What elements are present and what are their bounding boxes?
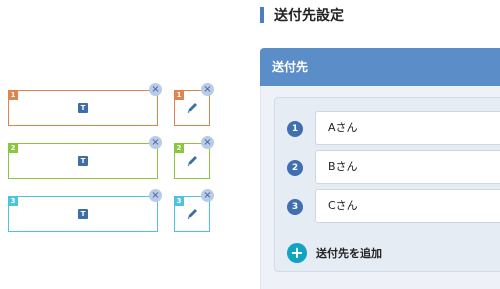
card-body: 1 Aさん 2 Bさん 3 Cさん + 送付先を追加 [260, 86, 500, 289]
title-accent-bar [260, 7, 264, 23]
add-recipient-button[interactable]: + 送付先を追加 [287, 243, 382, 263]
text-field-box-3[interactable]: 3 T × [8, 189, 162, 232]
recipient-row-2: 2 Bさん [275, 150, 500, 186]
field-number-tag: 1 [174, 90, 184, 100]
recipient-list: 1 Aさん 2 Bさん 3 Cさん + 送付先を追加 [274, 97, 500, 272]
builder-row-2: 2 T × 2 × [0, 135, 240, 185]
remove-signature-button[interactable]: × [201, 83, 214, 96]
field-number-tag: 3 [174, 196, 184, 206]
recipient-row-1: 1 Aさん [275, 111, 500, 147]
recipient-name-input[interactable]: Cさん [315, 189, 500, 223]
signature-field-box-1[interactable]: 1 × [174, 83, 214, 126]
pen-icon [187, 103, 197, 113]
section-title-text: 送付先設定 [274, 8, 344, 24]
pen-icon [187, 156, 197, 166]
field-number-tag: 2 [174, 143, 184, 153]
text-icon: T [78, 209, 88, 219]
recipient-name-input[interactable]: Bさん [315, 150, 500, 184]
add-recipient-label: 送付先を追加 [316, 247, 382, 260]
text-field-box-1[interactable]: 1 T × [8, 83, 162, 126]
signature-field-box-3[interactable]: 3 × [174, 189, 214, 232]
remove-field-button[interactable]: × [149, 189, 162, 202]
recipient-number-badge: 2 [287, 160, 303, 176]
section-title: 送付先設定 [260, 4, 344, 26]
recipient-name-input[interactable]: Aさん [315, 111, 500, 145]
recipient-row-3: 3 Cさん [275, 189, 500, 225]
remove-signature-button[interactable]: × [201, 136, 214, 149]
remove-field-button[interactable]: × [149, 83, 162, 96]
builder-row-3: 3 T × 3 × [0, 188, 240, 238]
signature-field-box-2[interactable]: 2 × [174, 136, 214, 179]
plus-icon: + [287, 243, 307, 263]
text-icon: T [78, 103, 88, 113]
field-number-tag: 3 [8, 196, 18, 206]
recipients-card: 送付先 1 Aさん 2 Bさん 3 Cさん + 送付先を追加 [260, 48, 500, 289]
card-header: 送付先 [260, 48, 500, 86]
field-number-tag: 2 [8, 143, 18, 153]
text-field-box-2[interactable]: 2 T × [8, 136, 162, 179]
text-icon: T [78, 156, 88, 166]
builder-row-1: 1 T × 1 × [0, 82, 240, 132]
field-number-tag: 1 [8, 90, 18, 100]
pen-icon [187, 209, 197, 219]
recipient-number-badge: 3 [287, 199, 303, 215]
remove-signature-button[interactable]: × [201, 189, 214, 202]
recipient-number-badge: 1 [287, 121, 303, 137]
remove-field-button[interactable]: × [149, 136, 162, 149]
